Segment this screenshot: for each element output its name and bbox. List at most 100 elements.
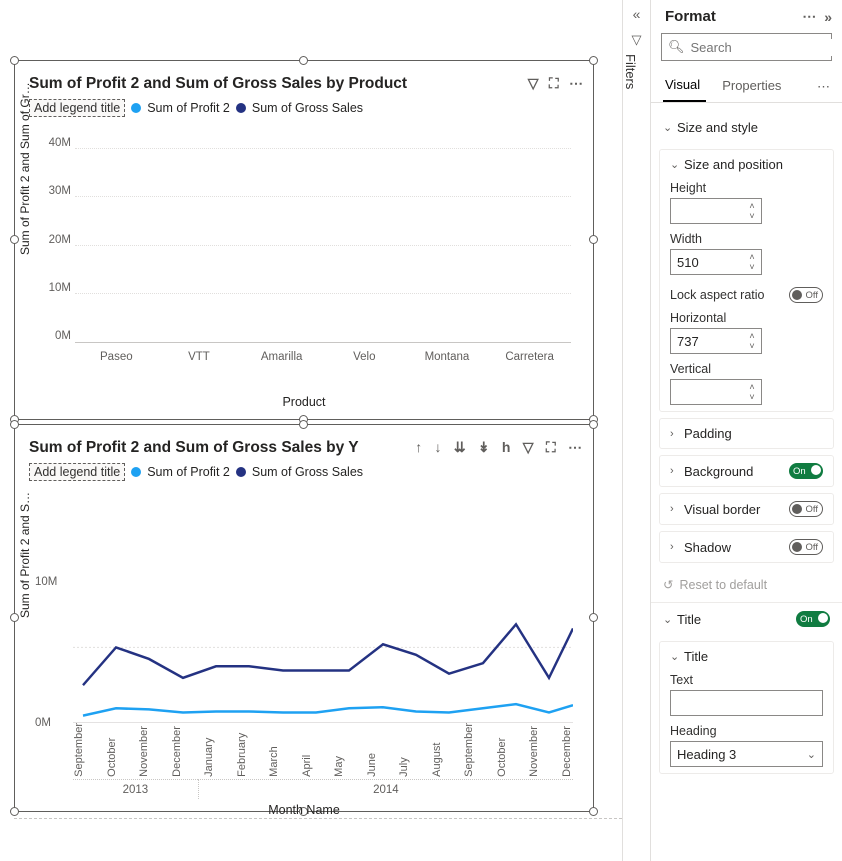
- x-category: Amarilla: [251, 345, 313, 363]
- tab-overflow-icon[interactable]: ⋯: [817, 79, 830, 95]
- resize-handle[interactable]: [589, 56, 598, 65]
- y-tick: 0M: [35, 330, 71, 342]
- spinner-up-icon: ˄: [749, 201, 754, 211]
- y-axis-label: Sum of Profit 2 and Sum of Gr…: [18, 82, 32, 255]
- resize-handle[interactable]: [589, 235, 598, 244]
- y-tick: 10M: [35, 282, 71, 294]
- drill-icon[interactable]: ↡: [478, 439, 491, 455]
- drill-icon[interactable]: h: [502, 439, 512, 455]
- legend: Add legend title Sum of Profit 2 Sum of …: [15, 459, 593, 483]
- group-title[interactable]: ⌄ Title On: [651, 602, 842, 635]
- vertical-input[interactable]: ˄˅: [670, 379, 762, 405]
- height-input[interactable]: ˄˅: [670, 198, 762, 224]
- heading-select[interactable]: Heading 3 ⌄: [670, 741, 823, 767]
- x-category: Velo: [333, 345, 395, 363]
- lock-aspect-toggle[interactable]: Off: [789, 287, 823, 303]
- chevron-down-icon: ⌄: [670, 650, 684, 663]
- legend-item-label: Sum of Profit 2: [147, 465, 230, 479]
- expand-filters-icon[interactable]: «: [623, 6, 650, 22]
- label-text: Text: [670, 673, 823, 687]
- bar-chart-visual[interactable]: Sum of Profit 2 and Sum of Gross Sales b…: [14, 60, 594, 420]
- filters-pane-collapsed[interactable]: « ▽ Filters: [622, 0, 650, 861]
- background-toggle[interactable]: On: [789, 463, 823, 479]
- format-pane: Format ⋯ » 🔍︎ Visual Properties ⋯ ⌄ Size…: [650, 0, 842, 861]
- legend-swatch: [236, 103, 246, 113]
- legend-item-label: Sum of Gross Sales: [252, 465, 363, 479]
- resize-handle[interactable]: [589, 420, 598, 429]
- x-category: Paseo: [85, 345, 147, 363]
- spinner-down-icon: ˅: [749, 211, 754, 221]
- legend-swatch: [131, 103, 141, 113]
- line-chart-visual[interactable]: Sum of Profit 2 and Sum of Gross Sales b…: [14, 424, 594, 812]
- reset-to-default[interactable]: ↺ Reset to default: [651, 569, 842, 602]
- legend-title-placeholder[interactable]: Add legend title: [29, 463, 125, 481]
- label-horizontal: Horizontal: [670, 311, 823, 325]
- focus-mode-icon[interactable]: ⛶: [546, 439, 557, 455]
- horizontal-input[interactable]: 737 ˄˅: [670, 328, 762, 354]
- chevron-right-icon: ›: [670, 465, 684, 477]
- more-options-icon[interactable]: ⋯: [569, 75, 583, 91]
- resize-handle[interactable]: [299, 420, 308, 429]
- chevron-down-icon: ⌄: [807, 748, 816, 761]
- y-tick: 30M: [35, 185, 71, 197]
- x-axis-label: Month Name: [15, 803, 593, 817]
- label-lock-aspect: Lock aspect ratio: [670, 288, 765, 302]
- chart-title: Sum of Profit 2 and Sum of Gross Sales b…: [29, 75, 407, 93]
- funnel-icon: ▽: [623, 32, 650, 48]
- format-search[interactable]: 🔍︎: [661, 33, 832, 61]
- tab-visual[interactable]: Visual: [663, 71, 706, 102]
- reset-icon: ↺: [663, 577, 673, 592]
- resize-handle[interactable]: [10, 420, 19, 429]
- more-options-icon[interactable]: ⋯: [568, 439, 583, 455]
- format-title: Format: [665, 8, 716, 25]
- expand-pane-icon[interactable]: »: [824, 9, 832, 25]
- legend-item-label: Sum of Gross Sales: [252, 101, 363, 115]
- subgroup-visual-border: › Visual border Off: [659, 493, 834, 525]
- label-width: Width: [670, 232, 823, 246]
- y-tick: 10M: [35, 576, 57, 588]
- title-toggle[interactable]: On: [796, 611, 830, 627]
- drill-icon[interactable]: ↑: [415, 439, 423, 455]
- filter-icon[interactable]: ▽: [523, 439, 535, 455]
- chart-title: Sum of Profit 2 and Sum of Gross Sales b…: [29, 439, 359, 457]
- shadow-toggle[interactable]: Off: [789, 539, 823, 555]
- spinner-up-icon: ˄: [749, 331, 754, 341]
- x-axis-label: Product: [15, 395, 593, 409]
- x-axis-years: 2013 2014: [73, 779, 573, 799]
- spinner-up-icon: ˄: [749, 382, 754, 392]
- focus-mode-icon[interactable]: ⛶: [549, 75, 559, 91]
- tab-properties[interactable]: Properties: [720, 72, 787, 101]
- search-input[interactable]: [689, 39, 842, 56]
- x-axis-months: September October November December Janu…: [73, 723, 573, 777]
- y-tick: 20M: [35, 234, 71, 246]
- group-size-and-style[interactable]: ⌄ Size and style: [651, 112, 842, 143]
- visual-border-toggle[interactable]: Off: [789, 501, 823, 517]
- subgroup-shadow: › Shadow Off: [659, 531, 834, 563]
- label-heading: Heading: [670, 724, 823, 738]
- resize-handle[interactable]: [10, 56, 19, 65]
- drill-icon[interactable]: ⇊: [454, 439, 467, 455]
- legend-swatch: [131, 467, 141, 477]
- filters-label: Filters: [623, 54, 638, 89]
- subgroup-padding: › Padding: [659, 418, 834, 449]
- width-input[interactable]: 510 ˄˅: [670, 249, 762, 275]
- chevron-right-icon: ›: [670, 503, 684, 515]
- more-options-icon[interactable]: ⋯: [802, 8, 816, 25]
- drill-icon[interactable]: ↓: [435, 439, 443, 455]
- label-height: Height: [670, 181, 823, 195]
- chevron-right-icon: ›: [670, 428, 684, 440]
- report-canvas[interactable]: Sum of Profit 2 and Sum of Gross Sales b…: [0, 0, 622, 861]
- legend-title-placeholder[interactable]: Add legend title: [29, 99, 125, 117]
- resize-handle[interactable]: [589, 613, 598, 622]
- search-icon: 🔍︎: [668, 39, 685, 55]
- subgroup-background: › Background On: [659, 455, 834, 487]
- label-vertical: Vertical: [670, 362, 823, 376]
- page-boundary: [14, 818, 622, 819]
- filter-icon[interactable]: ▽: [528, 75, 539, 91]
- bar-chart-plot: Sum of Profit 2 and Sum of Gr… 0M 10M 20…: [29, 149, 579, 361]
- x-category: Montana: [416, 345, 478, 363]
- legend-item-label: Sum of Profit 2: [147, 101, 230, 115]
- x-category: VTT: [168, 345, 230, 363]
- resize-handle[interactable]: [299, 56, 308, 65]
- title-text-input[interactable]: [670, 690, 823, 716]
